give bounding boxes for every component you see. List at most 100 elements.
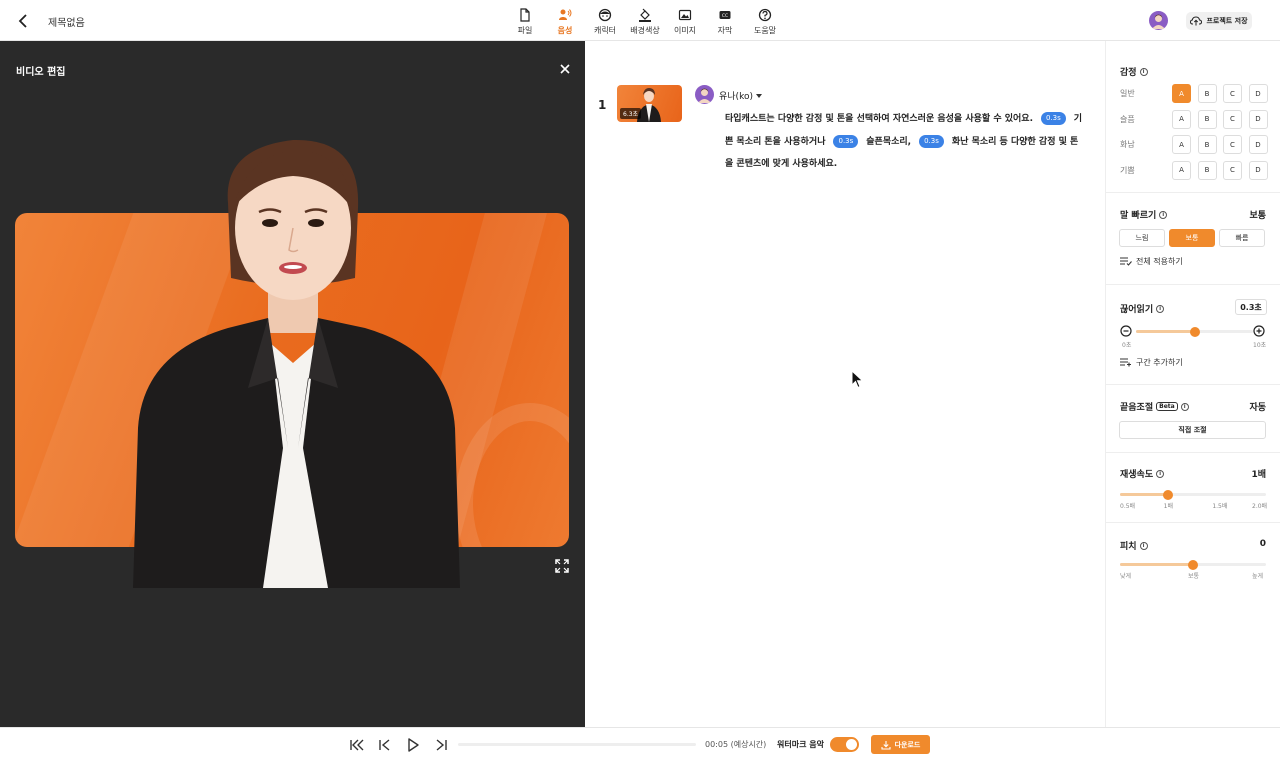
- pause-slider-knob[interactable]: [1190, 326, 1200, 337]
- skip-to-start-icon[interactable]: [349, 737, 365, 753]
- watermark-music-toggle[interactable]: [830, 737, 859, 752]
- manual-adjust-button[interactable]: 직접 조절: [1119, 421, 1266, 439]
- pause-min-label: 0초: [1122, 342, 1132, 349]
- file-icon: [520, 8, 530, 22]
- info-icon[interactable]: i: [1180, 402, 1189, 411]
- minus-circle-icon[interactable]: [1120, 325, 1132, 337]
- script-segment: 슬픈목소리,: [866, 136, 912, 147]
- pause-chip[interactable]: 0.3s: [919, 134, 944, 148]
- emotion-option-button[interactable]: A: [1172, 84, 1191, 103]
- info-icon[interactable]: i: [1159, 210, 1168, 219]
- voice-selector[interactable]: 유나(ko): [719, 89, 762, 102]
- speed-option-button[interactable]: 보통: [1169, 229, 1215, 247]
- emotion-option-button[interactable]: B: [1197, 109, 1217, 129]
- slider-tick-label: 보통: [1188, 573, 1200, 580]
- image-icon: [678, 9, 692, 21]
- playback-progress[interactable]: [458, 743, 696, 746]
- info-icon[interactable]: i: [1139, 67, 1148, 76]
- emotion-option-button[interactable]: B: [1197, 84, 1217, 103]
- pitch-slider[interactable]: [1120, 559, 1266, 570]
- plus-circle-icon[interactable]: [1253, 325, 1265, 337]
- tool-voice[interactable]: 음성: [545, 0, 585, 41]
- preview-title: 비디오 편집: [16, 67, 66, 78]
- next-icon[interactable]: [433, 737, 449, 753]
- pause-value-input[interactable]: 0.3초: [1235, 299, 1267, 315]
- download-button[interactable]: 다운로드: [871, 735, 930, 754]
- pause-slider[interactable]: [1136, 326, 1253, 337]
- emotion-section: 감정 i 일반 A B C D 슬픔 A B C D 화남 A B C D 기쁨 A B C D: [1106, 41, 1280, 193]
- emotion-option-button[interactable]: D: [1248, 109, 1268, 129]
- emotion-option-button[interactable]: B: [1197, 135, 1217, 154]
- tool-help[interactable]: 도움말: [745, 0, 785, 41]
- pitch-value: 0: [1259, 539, 1266, 549]
- add-section-button[interactable]: 구간 추가하기: [1120, 357, 1183, 368]
- tool-character[interactable]: 캐릭터: [585, 0, 625, 41]
- list-add-icon: [1120, 358, 1131, 367]
- save-button-label: 프로젝트 저장: [1206, 17, 1248, 25]
- pause-section: 끊어읽기 i 0.3초 0초 10초 구간 추가하기: [1106, 285, 1280, 385]
- user-avatar[interactable]: [1149, 11, 1168, 30]
- slider-tick-label: 낮게: [1120, 573, 1132, 580]
- speed-title-text: 말 빠르기: [1120, 211, 1157, 221]
- mouse-cursor-icon: [851, 370, 864, 389]
- play-icon[interactable]: [405, 737, 421, 753]
- emotion-option-button[interactable]: C: [1223, 135, 1242, 154]
- presenter-avatar: [133, 139, 460, 588]
- slider-tick-label: 0.5배: [1120, 503, 1136, 510]
- info-icon[interactable]: i: [1156, 469, 1165, 478]
- help-icon: [758, 8, 772, 22]
- end-tone-value: 자동: [1249, 403, 1266, 413]
- info-icon[interactable]: i: [1156, 304, 1165, 313]
- emotion-row: 일반 A B C D: [1120, 84, 1274, 103]
- emotion-option-button[interactable]: C: [1223, 109, 1242, 129]
- emotion-option-button[interactable]: A: [1172, 135, 1191, 154]
- speed-option-button[interactable]: 느림: [1119, 229, 1165, 247]
- tool-caption[interactable]: CC 자막: [705, 0, 745, 41]
- emotion-option-button[interactable]: D: [1248, 160, 1268, 180]
- playback-slider[interactable]: [1120, 489, 1266, 500]
- playback-time: 00:05 (예상시간): [705, 740, 767, 749]
- add-section-label: 구간 추가하기: [1136, 358, 1183, 367]
- speed-option-button[interactable]: 빠름: [1219, 229, 1265, 247]
- tool-label: 파일: [517, 26, 533, 35]
- tool-file[interactable]: 파일: [505, 0, 545, 41]
- caret-down-icon: [755, 93, 762, 98]
- pause-slider-fill: [1136, 330, 1195, 333]
- voice-avatar[interactable]: [695, 85, 714, 104]
- playback-slider-knob[interactable]: [1163, 489, 1173, 500]
- emotion-row: 기쁨 A B C D: [1120, 160, 1274, 180]
- tool-image[interactable]: 이미지: [665, 0, 705, 41]
- project-title[interactable]: 제목없음: [48, 14, 85, 29]
- emotion-option-button[interactable]: A: [1172, 109, 1191, 129]
- emotion-option-button[interactable]: B: [1197, 160, 1217, 180]
- pitch-title: 피치 i: [1120, 539, 1148, 552]
- close-icon[interactable]: [559, 63, 571, 75]
- pause-chip[interactable]: 0.3s: [1041, 112, 1066, 125]
- script-text[interactable]: 타입캐스트는 다양한 감정 및 톤을 선택하여 자연스러운 음성을 사용할 수 …: [725, 108, 1085, 176]
- back-arrow-icon[interactable]: [14, 11, 34, 31]
- apply-all-button[interactable]: 전체 적용하기: [1120, 256, 1183, 267]
- emotion-name: 슬픔: [1120, 114, 1135, 124]
- save-project-button[interactable]: 프로젝트 저장: [1186, 12, 1252, 30]
- emotion-option-button[interactable]: D: [1248, 135, 1268, 154]
- emotion-option-button[interactable]: C: [1223, 84, 1242, 103]
- pause-title: 끊어읽기 i: [1120, 302, 1165, 315]
- playback-title: 재생속도 i: [1120, 467, 1165, 480]
- speech-speed-section: 말 빠르기 i 보통 느림 보통 빠름 전체 적용하기: [1106, 193, 1280, 285]
- pitch-slider-knob[interactable]: [1188, 559, 1198, 570]
- fullscreen-icon[interactable]: [555, 559, 569, 573]
- info-icon[interactable]: i: [1139, 541, 1148, 550]
- emotion-option-button[interactable]: A: [1172, 160, 1191, 180]
- emotion-name: 화남: [1120, 140, 1135, 149]
- slider-tick-label: 1.5배: [1212, 503, 1228, 510]
- emotion-option-button[interactable]: D: [1248, 84, 1268, 103]
- previous-icon[interactable]: [377, 737, 393, 753]
- end-tone-section: 끝음조절 Beta i 자동 직접 조절: [1106, 385, 1280, 453]
- pause-chip[interactable]: 0.3s: [833, 134, 859, 148]
- tool-background-color[interactable]: 배경색상: [625, 0, 665, 41]
- emotion-option-button[interactable]: C: [1223, 160, 1242, 180]
- tool-label: 음성: [557, 26, 573, 35]
- beta-badge: Beta: [1156, 402, 1178, 411]
- tool-label: 자막: [717, 26, 733, 35]
- scene-thumbnail[interactable]: 6.3초: [617, 85, 682, 122]
